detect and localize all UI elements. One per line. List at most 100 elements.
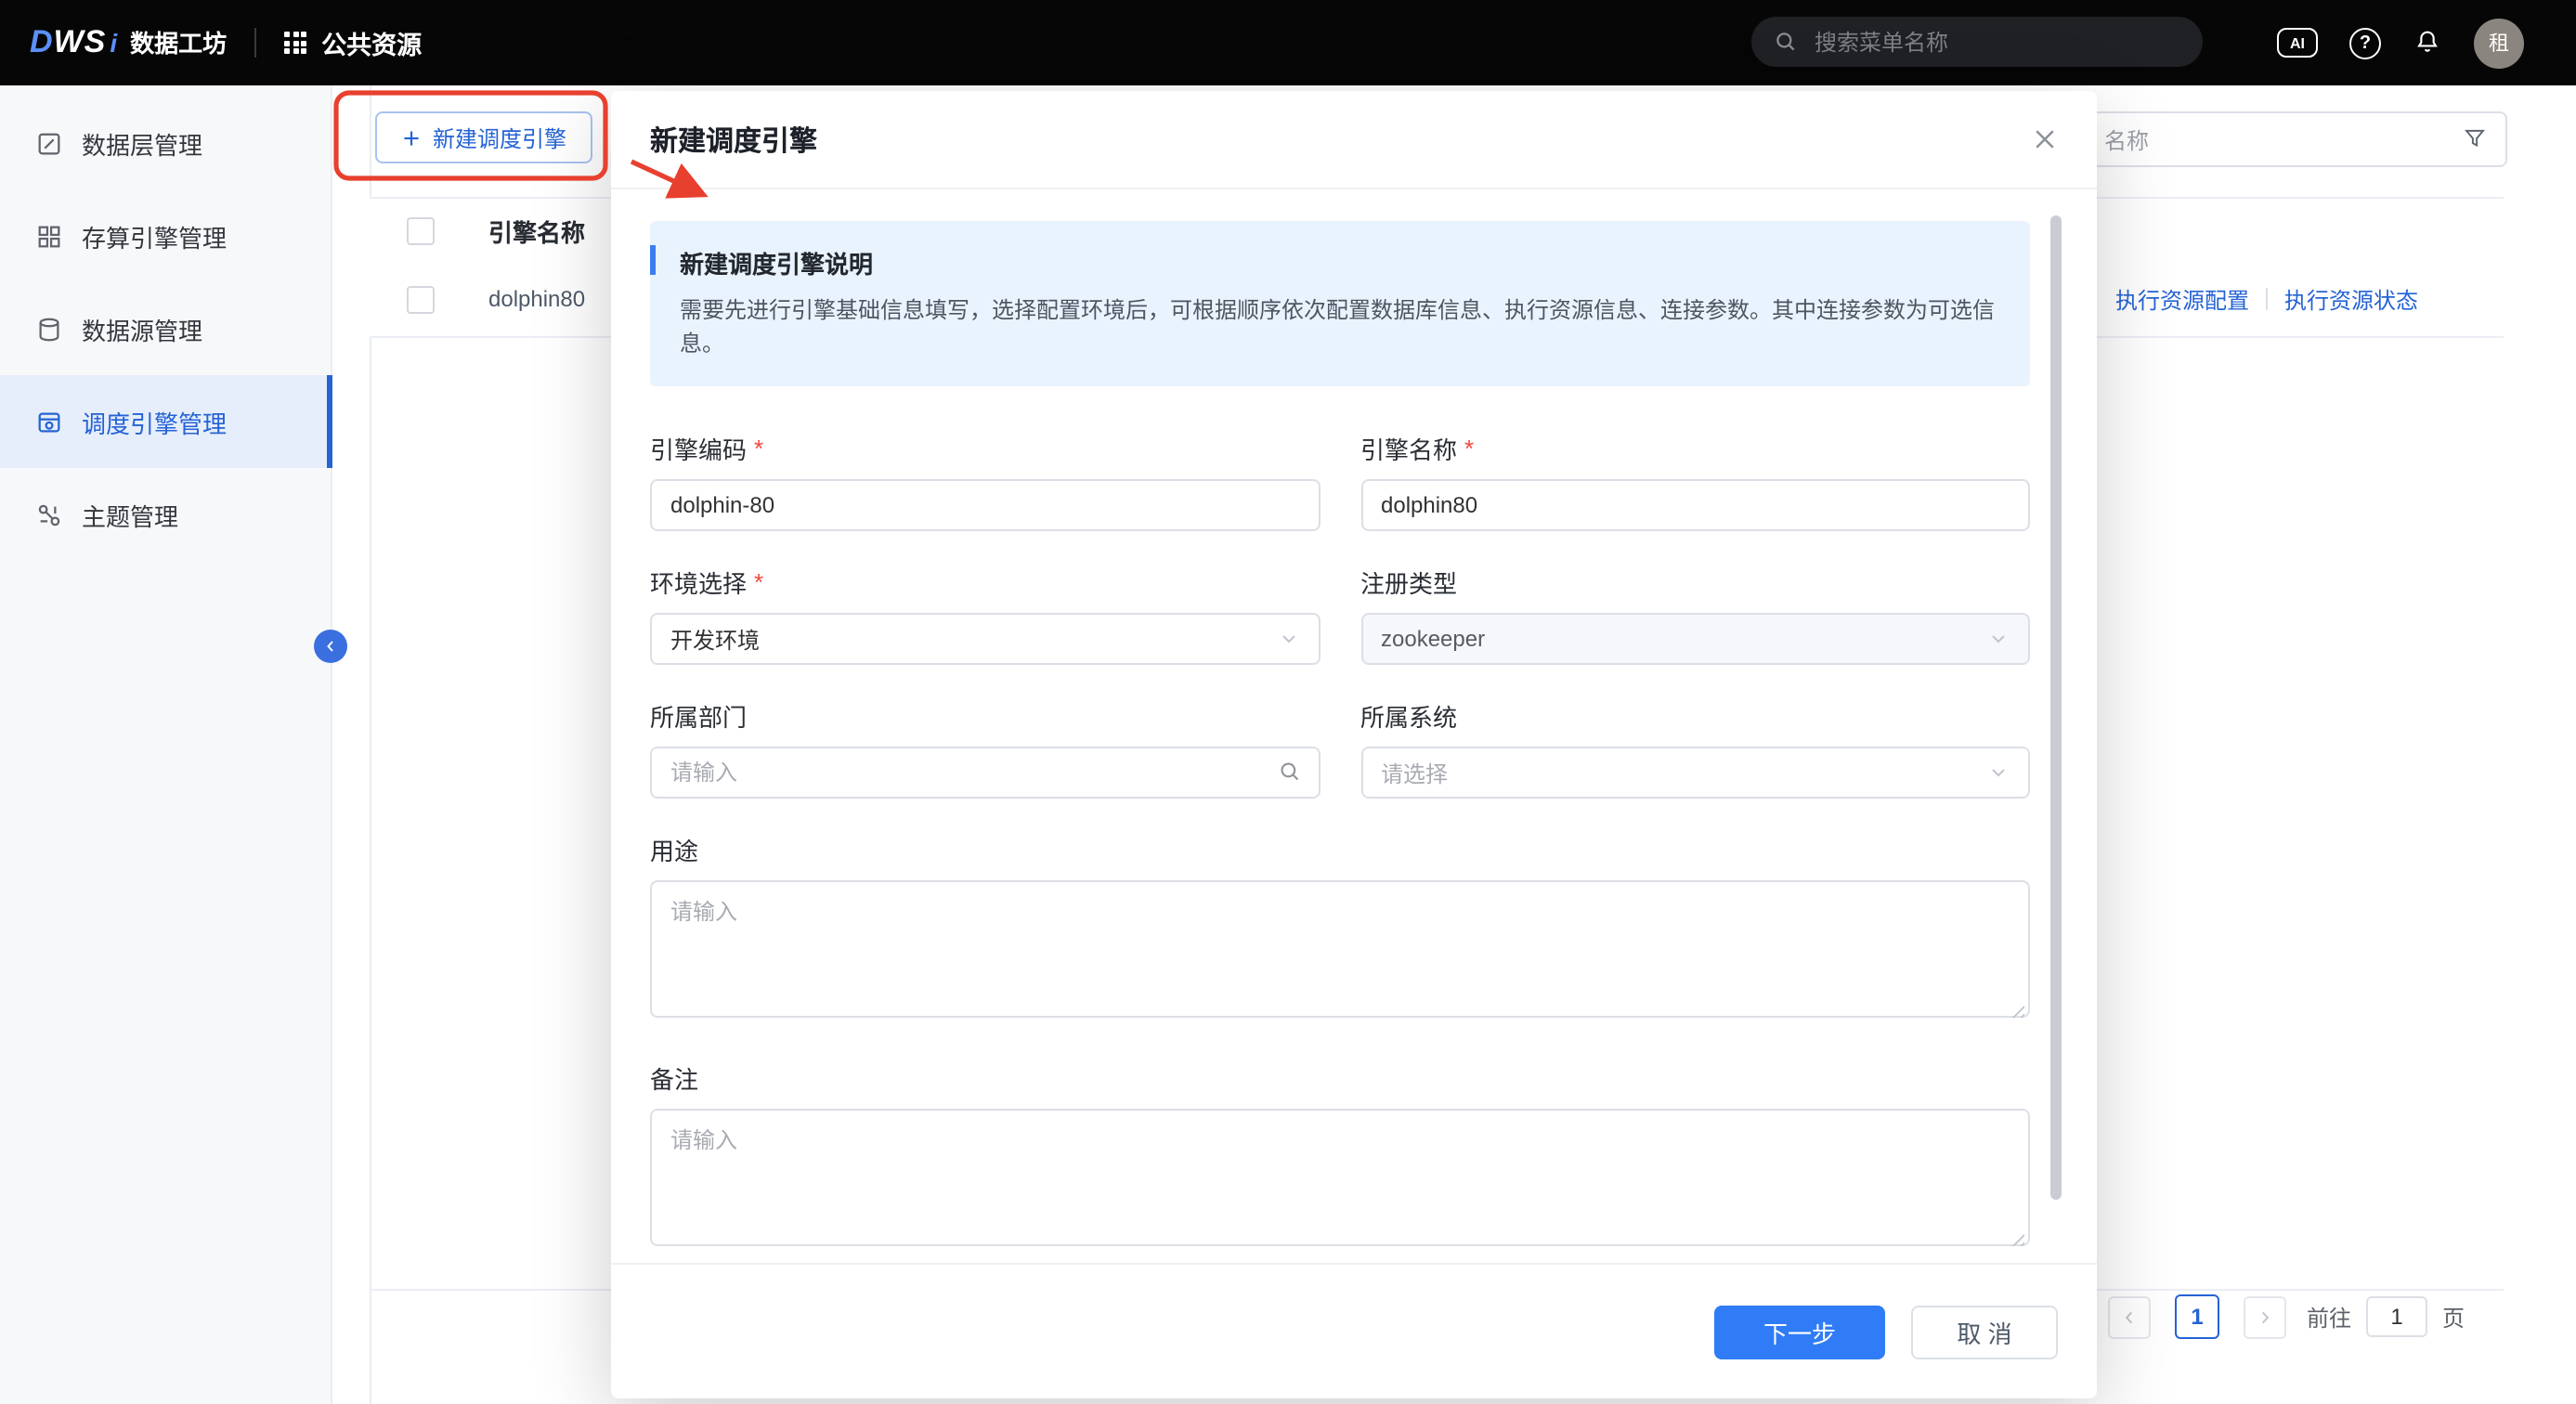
purpose-label: 用途 [650,832,698,867]
filter-text: 名称 [2104,124,2149,156]
sidebar-item-label: 调度引擎管理 [82,404,227,439]
engine-basic-form: 引擎编码 * 引擎名称 * 环境选择 * [650,431,2030,832]
exec-resource-config-link[interactable]: 执行资源配置 [2115,283,2249,315]
avatar[interactable]: 租 [2474,18,2524,68]
page-number-button[interactable]: 1 [2175,1294,2219,1339]
sidebar-item-datasource[interactable]: 数据源管理 [0,282,331,375]
register-type-select: zookeeper [1360,613,2030,665]
field-engine-code: 引擎编码 * [650,431,1320,531]
chevron-right-icon [2257,1308,2273,1325]
goto-label: 前往 [2307,1301,2351,1332]
sidebar-item-label: 主题管理 [82,497,178,532]
cancel-button[interactable]: 取 消 [1911,1305,2058,1358]
page-suffix-label: 页 [2442,1301,2465,1332]
engine-name-label: 引擎名称 [1360,431,1457,466]
help-icon[interactable]: ? [2349,27,2381,58]
alert-description: 需要先进行引擎基础信息填写，选择配置环境后，可根据顺序依次配置数据库信息、执行资… [680,293,2000,360]
register-type-label: 注册类型 [1360,565,1457,600]
system-placeholder: 请选择 [1381,757,1448,788]
sidebar-item-label: 存算引擎管理 [82,218,227,254]
engine-name-cell: dolphin80 [488,286,585,312]
environment-label: 环境选择 [650,565,747,600]
row-checkbox[interactable] [407,285,435,313]
theme-icon [35,500,63,528]
chevron-left-icon [323,639,338,654]
apps-grid-icon [284,32,306,54]
chevron-down-icon [1987,761,2010,784]
nav-label: 公共资源 [321,24,422,61]
pagination: 1 前往 页 [2108,1294,2465,1339]
product-name: 数据工坊 [130,24,227,59]
sidebar-item-theme[interactable]: 主题管理 [0,468,331,561]
modal-scrollbar-thumb[interactable] [2050,215,2062,1200]
chevron-down-icon [1277,628,1299,650]
engine-name-input[interactable] [1360,479,2030,531]
engine-code-label: 引擎编码 [650,431,747,466]
modal-header: 新建调度引擎 [611,91,2097,189]
register-type-value: zookeeper [1381,626,1485,652]
menu-search[interactable] [1751,17,2203,67]
field-department: 所属部门 [650,698,1320,799]
sidebar-collapse-button[interactable] [314,630,347,663]
sidebar-item-schedule-engine[interactable]: 调度引擎管理 [0,375,331,468]
new-schedule-engine-modal: 新建调度引擎 新建调度引擎说明 需要先进行引擎基础信息填写，选择配置环境后，可根… [611,91,2097,1398]
department-label: 所属部门 [650,698,747,734]
remark-label: 备注 [650,1060,698,1096]
plus-icon [401,127,422,148]
modal-body: 新建调度引擎说明 需要先进行引擎基础信息填写，选择配置环境后，可根据顺序依次配置… [611,191,2097,1263]
actions-divider [2266,288,2268,310]
sidebar-item-data-layer[interactable]: 数据层管理 [0,97,331,189]
environment-select[interactable]: 开发环境 [650,613,1320,665]
logo-text: DWS [30,24,106,61]
close-icon [2032,126,2058,152]
info-alert: 新建调度引擎说明 需要先进行引擎基础信息填写，选择配置环境后，可根据顺序依次配置… [650,221,2030,386]
field-engine-name: 引擎名称 * [1360,431,2030,531]
sidebar-item-storage-engine[interactable]: 存算引擎管理 [0,189,331,282]
next-step-button[interactable]: 下一步 [1714,1305,1885,1358]
goto-page-input[interactable] [2366,1296,2427,1337]
header-actions: AI ? 租 [2277,0,2524,85]
database-icon [35,315,63,343]
required-mark: * [1464,435,1474,462]
column-header-engine-name: 引擎名称 [488,213,585,248]
sidebar-item-label: 数据层管理 [82,125,202,161]
chevron-down-icon [1987,628,2010,650]
create-schedule-engine-button[interactable]: 新建调度引擎 [375,111,592,163]
required-mark: * [754,568,763,596]
top-bar: DWS i 数据工坊 公共资源 AI ? 租 [0,0,2576,85]
system-select[interactable]: 请选择 [1360,747,2030,799]
modal-close-button[interactable] [2032,126,2058,152]
row-actions: 执行资源配置 执行资源状态 [2115,262,2418,336]
select-all-checkbox[interactable] [407,216,435,244]
filter-funnel-icon[interactable] [2463,126,2487,150]
department-input[interactable] [650,747,1320,799]
engine-name-filter-input[interactable]: 名称 [2037,111,2507,167]
system-label: 所属系统 [1360,698,1457,734]
field-environment: 环境选择 * 开发环境 [650,565,1320,665]
app-logo: DWS i 数据工坊 [30,24,227,61]
bell-icon[interactable] [2413,28,2442,58]
engine-code-input[interactable] [650,479,1320,531]
header-divider [254,28,256,58]
app-root: DWS i 数据工坊 公共资源 AI ? 租 数据层管理 存算引擎管理 [0,0,2576,1404]
sidebar: 数据层管理 存算引擎管理 数据源管理 调度引擎管理 主题管理 [0,85,332,1404]
purpose-textarea[interactable] [650,880,2030,1018]
remark-textarea[interactable] [650,1109,2030,1246]
storage-engine-icon [35,222,63,250]
prev-page-button[interactable] [2108,1295,2151,1338]
field-purpose: 用途 [650,832,2030,1027]
menu-search-input[interactable] [1811,27,2180,57]
field-register-type: 注册类型 zookeeper [1360,565,2030,665]
nav-public-resources[interactable]: 公共资源 [284,24,422,61]
exec-resource-status-link[interactable]: 执行资源状态 [2284,283,2418,315]
logo-i: i [110,28,117,58]
next-page-button[interactable] [2244,1295,2286,1338]
required-mark: * [754,435,763,462]
modal-footer: 下一步 取 消 [611,1263,2097,1398]
data-layer-icon [35,129,63,157]
schedule-engine-icon [35,408,63,436]
chevron-left-icon [2121,1308,2138,1325]
environment-value: 开发环境 [670,623,760,655]
ai-assistant-icon[interactable]: AI [2277,28,2318,58]
field-remark: 备注 [650,1060,2030,1255]
